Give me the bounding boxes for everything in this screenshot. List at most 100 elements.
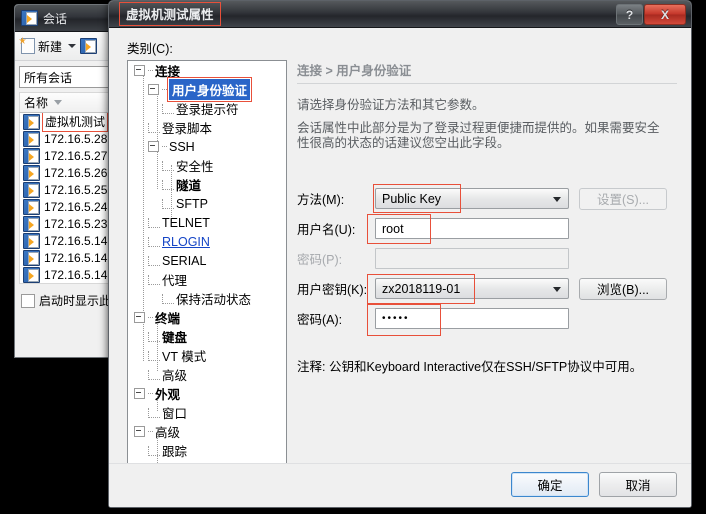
session-icon — [23, 164, 40, 181]
list-item[interactable]: 172.16.5.23 — [20, 215, 118, 232]
tree-item-0[interactable]: 连接 — [128, 61, 286, 80]
session-icon — [23, 232, 40, 249]
close-icon[interactable]: X — [644, 4, 686, 25]
tree-collapse-icon[interactable] — [134, 312, 145, 323]
dialog-window-buttons: ? X — [616, 4, 686, 25]
tree-collapse-icon[interactable] — [134, 388, 145, 399]
sort-caret-icon[interactable] — [54, 100, 63, 105]
tree-item-8[interactable]: TELNET — [128, 213, 286, 232]
toolbar-session-icon[interactable] — [80, 38, 98, 54]
tree-item-label: 安全性 — [176, 160, 214, 174]
username-label: 用户名(U): — [297, 223, 356, 237]
startup-checkbox[interactable] — [21, 293, 35, 308]
help-button[interactable]: ? — [616, 4, 643, 25]
list-item-label: 172.16.5.27 — [44, 148, 108, 163]
list-item-label: 虚拟机测试 — [41, 113, 109, 132]
method-value: Public Key — [382, 191, 442, 206]
list-item[interactable]: 172.16.5.14 — [20, 266, 118, 283]
tree-item-label: 键盘 — [162, 331, 188, 345]
tree-item-17[interactable]: 外观 — [128, 384, 286, 403]
username-value: root — [382, 221, 404, 236]
tree-item-14[interactable]: 键盘 — [128, 327, 286, 346]
tree-connector — [162, 198, 174, 209]
tree-item-20[interactable]: 跟踪 — [128, 441, 286, 460]
chevron-down-icon[interactable] — [553, 197, 561, 202]
tree-connector — [162, 145, 167, 148]
passphrase-input[interactable]: ••••• — [367, 304, 569, 336]
tree-item-4[interactable]: SSH — [128, 137, 286, 156]
list-item-label: 172.16.5.14 — [44, 267, 108, 282]
chevron-down-icon[interactable] — [553, 287, 561, 292]
tree-collapse-icon[interactable] — [134, 65, 145, 76]
session-icon — [23, 130, 40, 147]
list-item[interactable]: 172.16.5.24 — [20, 198, 118, 215]
tree-collapse-icon[interactable] — [148, 141, 159, 152]
dialog-title: 虚拟机测试属性 — [119, 2, 221, 26]
tree-collapse-icon[interactable] — [148, 84, 159, 95]
tree-connector — [148, 255, 160, 266]
tree-item-label: 高级 — [162, 369, 188, 383]
cancel-button[interactable]: 取消 — [599, 472, 677, 497]
list-item[interactable]: 虚拟机测试 — [20, 113, 118, 132]
list-item-label: 172.16.5.14 — [44, 250, 108, 265]
userkey-value: zx2018119-01 — [382, 281, 461, 296]
tree-item-12[interactable]: 保持活动状态 — [128, 289, 286, 308]
tree-item-18[interactable]: 窗口 — [128, 403, 286, 422]
browse-button[interactable]: 浏览(B)... — [579, 277, 667, 300]
tree-collapse-icon[interactable] — [134, 426, 145, 437]
list-item[interactable]: 172.16.5.28 — [20, 130, 118, 147]
username-row: 用户名(U): root — [297, 214, 679, 244]
list-item[interactable]: 172.16.5.26 — [20, 164, 118, 181]
session-list-header[interactable]: 名称 — [19, 92, 119, 113]
startup-checkbox-row[interactable]: 启动时显示此 — [15, 284, 123, 309]
session-filter-input[interactable]: 所有会话 — [19, 66, 119, 88]
tree-connector — [162, 160, 174, 171]
session-toolbar: 新建 — [15, 32, 123, 61]
tree-item-2[interactable]: 登录提示符 — [128, 99, 286, 118]
tree-connector — [162, 179, 174, 190]
tree-item-7[interactable]: SFTP — [128, 194, 286, 213]
ok-button[interactable]: 确定 — [511, 472, 589, 497]
password-row: 密码(P): — [297, 248, 679, 269]
tree-item-16[interactable]: 高级 — [128, 365, 286, 384]
userkey-combobox[interactable]: zx2018119-01 — [367, 274, 569, 304]
list-item-folder[interactable] — [20, 283, 118, 284]
tree-item-15[interactable]: VT 模式 — [128, 346, 286, 365]
session-properties-dialog[interactable]: 虚拟机测试属性 ? X 类别(C): 连接 用户身份验证 登录提示符 登录脚本 SSH 安… — [108, 0, 692, 508]
tree-item-3[interactable]: 登录脚本 — [128, 118, 286, 137]
method-combobox[interactable]: Public Key — [373, 184, 569, 213]
tree-connector — [148, 274, 160, 285]
list-item[interactable]: 172.16.5.14 — [20, 232, 118, 249]
list-item-label: 172.16.5.28 — [44, 131, 108, 146]
caret-down-icon[interactable] — [68, 44, 77, 48]
note-text: 注释: 公钥和Keyboard Interactive仅在SSH/SFTP协议中… — [297, 360, 643, 374]
tree-connector — [148, 445, 160, 456]
tree-item-19[interactable]: 高级 — [128, 422, 286, 441]
tree-connector — [148, 122, 160, 133]
password-label: 密码(P): — [297, 253, 343, 267]
dialog-body: 类别(C): 连接 用户身份验证 登录提示符 登录脚本 SSH 安全性 隧道 SFTP TELN… — [109, 28, 691, 507]
username-input[interactable]: root — [367, 214, 569, 244]
session-filter-value: 所有会话 — [24, 70, 73, 85]
list-item[interactable]: 172.16.5.14 — [20, 249, 118, 266]
new-session-button[interactable]: 新建 — [19, 36, 64, 57]
tree-node-list: 连接 用户身份验证 登录提示符 登录脚本 SSH 安全性 隧道 SFTP TELNET RLOGI… — [128, 61, 286, 490]
tree-item-1[interactable]: 用户身份验证 — [128, 77, 286, 102]
tree-item-9[interactable]: RLOGIN — [128, 232, 286, 251]
tree-item-10[interactable]: SERIAL — [128, 251, 286, 270]
tree-item-11[interactable]: 代理 — [128, 270, 286, 289]
tree-item-13[interactable]: 终端 — [128, 308, 286, 327]
settings-button[interactable]: 设置(S)... — [579, 187, 667, 210]
new-session-label: 新建 — [38, 39, 63, 54]
method-row: 方法(M): Public Key 设置(S)... — [297, 184, 679, 213]
list-item[interactable]: 172.16.5.27 — [20, 147, 118, 164]
tree-item-label: VT 模式 — [162, 350, 207, 364]
list-item[interactable]: 172.16.5.25 — [20, 181, 118, 198]
session-list[interactable]: 虚拟机测试 172.16.5.28 172.16.5.27 172.16.5.2… — [19, 113, 119, 284]
password-input[interactable] — [375, 248, 569, 269]
category-tree[interactable]: 连接 用户身份验证 登录提示符 登录脚本 SSH 安全性 隧道 SFTP TELNET RLOGI… — [127, 60, 287, 491]
tree-item-5[interactable]: 安全性 — [128, 156, 286, 175]
session-icon — [23, 266, 40, 283]
userkey-label: 用户密钥(K): — [297, 283, 368, 297]
tree-item-6[interactable]: 隧道 — [128, 175, 286, 194]
